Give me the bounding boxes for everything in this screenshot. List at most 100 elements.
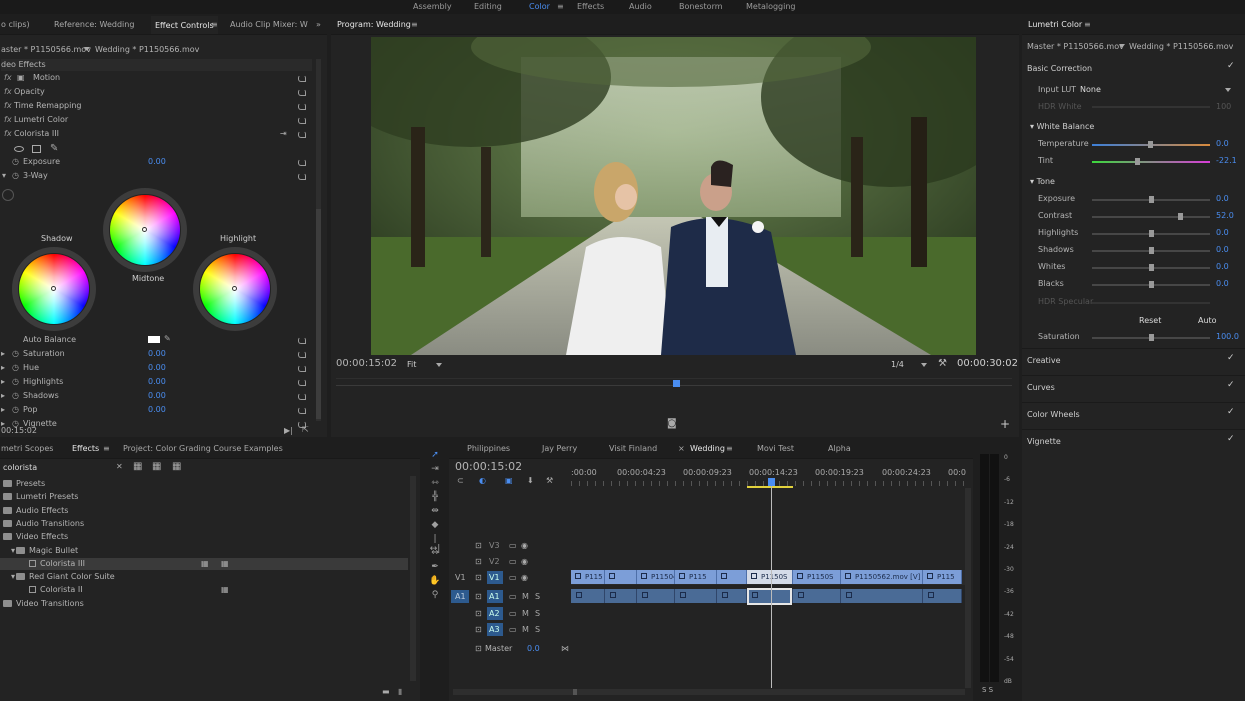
auto-button[interactable]: Auto <box>1198 316 1217 325</box>
tone-slider[interactable] <box>1092 264 1210 271</box>
section-checkbox[interactable]: ✓ <box>1227 353 1235 363</box>
exposure-value[interactable]: 0.00 <box>148 157 166 166</box>
source-patch-a1[interactable]: A1 <box>451 590 469 603</box>
reset-icon[interactable] <box>298 89 306 96</box>
rate-stretch-icon[interactable]: ⇹ <box>429 506 441 516</box>
track-target-v2[interactable]: V2 <box>487 555 503 568</box>
sequence-tab[interactable]: Jay Perry <box>542 444 577 453</box>
tone-slider-knob[interactable] <box>1149 230 1154 237</box>
eyedropper-icon[interactable]: ✎ <box>164 334 171 343</box>
lumetri-clip-label[interactable]: Wedding * P1150566.mov <box>1129 42 1233 51</box>
expand-triangle-icon[interactable]: ▸ <box>1 363 5 372</box>
tree-item[interactable]: Colorista II ▦ <box>19 585 229 594</box>
param-value[interactable]: 0.00 <box>148 391 166 400</box>
reset-icon[interactable] <box>298 131 306 138</box>
program-scrub-bar[interactable] <box>336 378 1012 396</box>
effects-scrollbar[interactable] <box>410 476 416 681</box>
temperature-value[interactable]: 0.0 <box>1216 139 1229 148</box>
section-checkbox[interactable]: ✓ <box>1227 380 1235 390</box>
stopwatch-icon[interactable]: ◷ <box>12 405 19 414</box>
workspace-tab-editing[interactable]: Editing <box>474 2 502 11</box>
reset-icon[interactable] <box>298 75 306 82</box>
reset-icon[interactable] <box>298 393 306 400</box>
workspace-tab-color[interactable]: Color <box>529 2 550 11</box>
reset-icon[interactable] <box>298 379 306 386</box>
lock-icon[interactable]: ⊡ <box>475 625 482 634</box>
lock-icon[interactable]: ⊡ <box>475 573 482 582</box>
video-clip[interactable]: P1150S <box>793 570 841 584</box>
expand-triangle-icon[interactable]: ▸ <box>1 377 5 386</box>
ripple-edit-icon[interactable]: ⇿ <box>429 478 441 488</box>
sync-lock-icon[interactable]: ▭ <box>509 592 517 601</box>
solo-button[interactable]: S <box>535 625 540 634</box>
section-checkbox[interactable]: ✓ <box>1227 434 1235 444</box>
wrench-icon[interactable]: ⚒ <box>546 476 553 485</box>
zoom-icon[interactable]: ⚲ <box>429 590 441 600</box>
program-timecode[interactable]: 00:00:15:02 <box>336 358 397 369</box>
master-bracket-icon[interactable]: ⋈ <box>561 644 569 653</box>
tree-item[interactable]: Audio Effects <box>3 506 68 515</box>
tint-knob[interactable] <box>1135 158 1140 165</box>
sync-lock-icon[interactable]: ▭ <box>509 625 517 634</box>
stopwatch-icon[interactable]: ◷ <box>12 349 19 358</box>
expand-triangle-icon[interactable]: ▾ <box>11 546 15 555</box>
tone-slider-knob[interactable] <box>1178 213 1183 220</box>
marker-icon[interactable]: ⬇ <box>527 476 534 485</box>
motion-icon[interactable]: ▣ <box>17 73 25 82</box>
track-target-a1[interactable]: A1 <box>487 590 503 603</box>
tree-item[interactable]: Audio Transitions <box>3 519 84 528</box>
slide-icon[interactable]: ⇔ <box>429 548 441 558</box>
sequence-tab[interactable]: Visit Finland <box>609 444 657 453</box>
32bit-filter-icon[interactable]: ▦ <box>152 461 161 472</box>
panel-tab[interactable]: Audio Clip Mixer: W <box>230 20 308 29</box>
master-track-value[interactable]: 0.0 <box>527 644 540 653</box>
tone-slider-knob[interactable] <box>1149 281 1154 288</box>
lock-icon[interactable]: ⊡ <box>475 557 482 566</box>
panel-menu-icon[interactable]: ≡ <box>1084 20 1091 29</box>
ec-scrollbar[interactable] <box>316 59 321 421</box>
tone-value[interactable]: 0.0 <box>1216 228 1229 237</box>
tint-value[interactable]: -22.1 <box>1216 156 1237 165</box>
midtone-puck[interactable] <box>142 227 147 232</box>
temperature-slider[interactable] <box>1092 141 1210 148</box>
tone-value[interactable]: 52.0 <box>1216 211 1234 220</box>
lock-icon[interactable]: ⊡ <box>475 541 482 550</box>
selection-tool-icon[interactable]: ➚ <box>429 450 441 460</box>
reset-button[interactable]: Reset <box>1139 316 1161 325</box>
effects-panel-tab[interactable]: metri Scopes <box>1 444 53 453</box>
v1-track-area[interactable]: P115 P115047 P115 P1150S P1150S P1150562.mov … <box>571 570 965 585</box>
effects-panel-tab[interactable]: Effects <box>72 444 99 453</box>
close-icon[interactable]: × <box>678 444 685 453</box>
reset-icon[interactable] <box>298 159 306 166</box>
chevron-down-icon[interactable] <box>921 363 927 367</box>
tone-value[interactable]: 0.0 <box>1216 262 1229 271</box>
fit-dropdown[interactable]: Fit <box>407 360 416 369</box>
tree-item[interactable]: Lumetri Presets <box>3 492 78 501</box>
rolling-edit-icon[interactable]: ╬ <box>429 492 441 502</box>
timeline-timecode[interactable]: 00:00:15:02 <box>455 460 522 473</box>
workspace-tab-bonestorm[interactable]: Bonestorm <box>679 2 723 11</box>
camera-icon[interactable]: ◙ <box>667 418 677 429</box>
expand-triangle-icon[interactable]: ▸ <box>1 405 5 414</box>
linked-selection-icon[interactable]: ◐ <box>479 476 486 485</box>
chevron-down-icon[interactable] <box>1225 88 1231 92</box>
audio-clip[interactable] <box>841 589 923 603</box>
panel-menu-icon[interactable]: ≡ <box>411 20 418 29</box>
track-target-v1[interactable]: V1 <box>487 571 503 584</box>
param-value[interactable]: 0.00 <box>148 405 166 414</box>
lumetri-section-curves[interactable]: Curves <box>1027 383 1055 392</box>
tree-item[interactable]: Video Effects <box>3 532 68 541</box>
video-clip[interactable]: P115047 <box>637 570 675 584</box>
lock-icon[interactable]: ⊡ <box>475 609 482 618</box>
video-clip[interactable]: P1150562.mov [V] <box>841 570 923 584</box>
param-value[interactable]: 0.00 <box>148 363 166 372</box>
yuv-filter-icon[interactable]: ▦ <box>172 461 181 472</box>
timeline-v-scrollbar[interactable] <box>965 488 971 688</box>
panel-menu-icon[interactable]: ≡ <box>726 444 733 453</box>
tone-slider-knob[interactable] <box>1149 196 1154 203</box>
sequence-tab[interactable]: Movi Test <box>757 444 794 453</box>
clear-search-icon[interactable]: ✕ <box>116 462 123 471</box>
sequence-tab[interactable]: Alpha <box>828 444 851 453</box>
tone-slider[interactable] <box>1092 281 1210 288</box>
tone-slider[interactable] <box>1092 247 1210 254</box>
